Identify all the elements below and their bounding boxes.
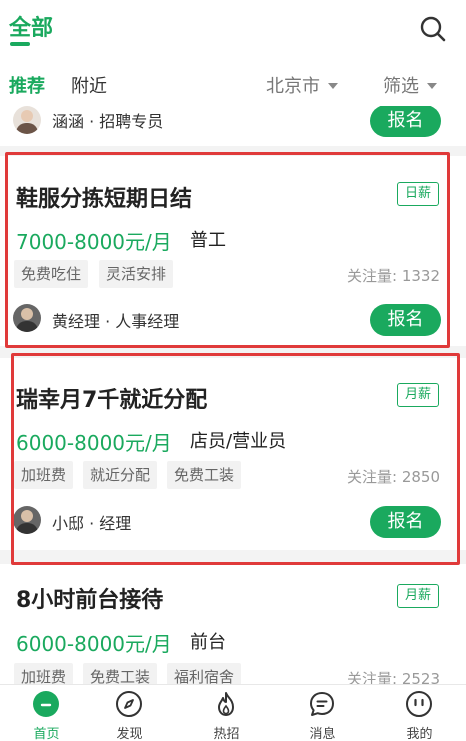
nav-discover[interactable]: 发现 [83,685,176,741]
title-underline [10,42,30,46]
watch-count: 关注量: 2850 [347,468,440,486]
job-salary: 7000-8000元/月 [16,230,172,254]
search-icon[interactable] [418,14,448,44]
apply-button[interactable]: 报名 [370,106,441,137]
pay-type-badge: 日薪 [397,182,439,206]
job-tag: 免费工装 [83,663,158,684]
top-bar: 全部 [0,0,466,60]
page-title[interactable]: 全部 [9,10,53,42]
nav-label: 消息 [309,727,336,741]
filter-bar: 推荐 附近 北京市 筛选 [0,60,466,106]
nav-home[interactable]: 首页 [0,685,93,741]
job-role: 店员/营业员 [190,431,287,452]
nav-messages[interactable]: 消息 [276,685,369,741]
job-title: 鞋服分拣短期日结 [16,187,193,212]
job-card[interactable]: 8小时前台接待 月薪 6000-8000元/月 前台 加班费 免费工装 福利宿舍… [0,564,466,684]
job-tag: 加班费 [14,663,74,684]
recruiter-name: 涵涵 · 招聘专员 [52,112,164,131]
compass-icon [116,691,142,717]
job-title: 8小时前台接待 [16,588,164,613]
job-title: 瑞幸月7千就近分配 [16,388,208,413]
bottom-nav: 首页 发现 热招 消息 我的 [0,684,466,741]
job-tag: 就近分配 [83,461,158,489]
watch-count: 关注量: 1332 [347,267,440,285]
chevron-down-icon [427,83,437,89]
job-tag: 免费吃住 [14,260,89,288]
job-tag: 加班费 [14,461,74,489]
nav-profile[interactable]: 我的 [373,685,466,741]
job-card-partial[interactable]: 涵涵 · 招聘专员 报名 [0,106,466,146]
job-card[interactable]: 鞋服分拣短期日结 日薪 7000-8000元/月 普工 免费吃住 灵活安排 关注… [0,156,466,346]
avatar [13,304,41,332]
apply-button[interactable]: 报名 [370,304,441,336]
recruiter-name: 黄经理 · 人事经理 [52,312,180,331]
flame-icon [218,692,234,716]
avatar [13,506,41,534]
filter-dropdown[interactable]: 筛选 [383,72,437,98]
nav-hot[interactable]: 热招 [180,685,273,741]
job-card[interactable]: 瑞幸月7千就近分配 月薪 6000-8000元/月 店员/营业员 加班费 就近分… [0,358,466,550]
job-tag: 福利宿舍 [167,663,242,684]
tab-recommended[interactable]: 推荐 [9,72,45,98]
job-salary: 6000-8000元/月 [16,431,172,455]
message-icon [310,692,334,716]
recruiter-name: 小邸 · 经理 [52,514,132,533]
job-role: 前台 [190,632,226,653]
job-tag: 灵活安排 [99,260,174,288]
tab-nearby[interactable]: 附近 [71,72,107,98]
watch-count: 关注量: 2523 [347,670,440,684]
home-icon [33,691,59,717]
avatar [13,106,41,134]
pay-type-badge: 月薪 [397,584,439,608]
job-salary: 6000-8000元/月 [16,632,172,656]
job-tag: 免费工装 [167,461,242,489]
city-label: 北京市 [266,76,320,97]
apply-button[interactable]: 报名 [370,506,441,538]
nav-label: 我的 [406,727,433,741]
nav-label: 热招 [213,727,240,741]
chevron-down-icon [328,83,338,89]
job-list[interactable]: 涵涵 · 招聘专员 报名 鞋服分拣短期日结 日薪 7000-8000元/月 普工… [0,106,466,684]
profile-icon [406,691,432,717]
filter-label: 筛选 [383,76,419,97]
job-role: 普工 [190,230,226,251]
city-dropdown[interactable]: 北京市 [266,72,338,98]
pay-type-badge: 月薪 [397,383,439,407]
nav-label: 发现 [116,727,143,741]
nav-label: 首页 [33,727,60,741]
